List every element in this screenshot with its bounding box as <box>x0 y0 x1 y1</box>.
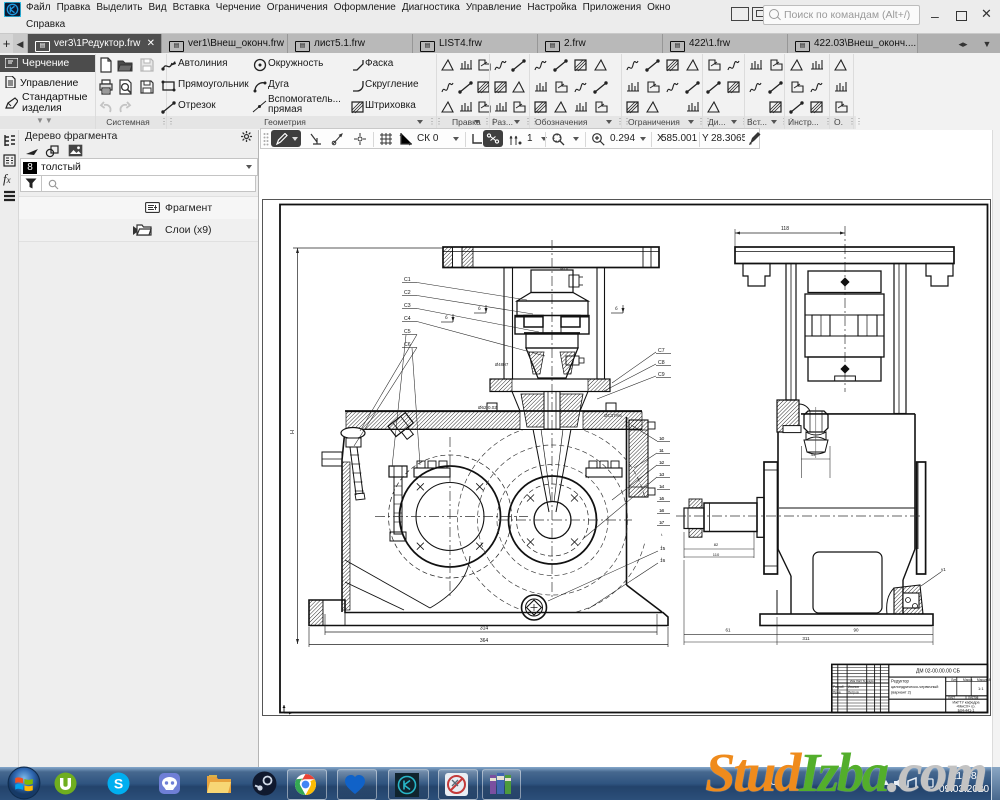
svg-text:Разраб.: Разраб. <box>833 685 845 689</box>
svg-text:б: б <box>445 315 448 320</box>
svg-text:t.: t. <box>661 472 663 477</box>
svg-text:M10: M10 <box>560 266 569 271</box>
svg-text:C4: C4 <box>404 316 411 322</box>
svg-text:б: б <box>478 306 481 311</box>
svg-text:Петров: Петров <box>848 690 859 694</box>
svg-text:t.: t. <box>661 556 663 561</box>
svg-text:Ø48H7: Ø48H7 <box>495 362 509 367</box>
svg-text:Лист: Лист <box>948 696 955 700</box>
svg-text:ØC37/s6: ØC37/s6 <box>604 413 622 418</box>
svg-text:90: 90 <box>853 628 859 633</box>
svg-text:H: H <box>290 430 296 434</box>
svg-text:t.: t. <box>661 544 663 549</box>
svg-text:C7: C7 <box>658 348 665 354</box>
svg-text:t.: t. <box>661 436 663 441</box>
svg-text:Б04-441-1: Б04-441-1 <box>958 709 975 713</box>
svg-text:t.: t. <box>661 496 663 501</box>
svg-text:(вариант 2): (вариант 2) <box>891 691 912 695</box>
svg-text:б: б <box>615 306 618 311</box>
svg-text:C5: C5 <box>404 329 411 335</box>
svg-text:C8: C8 <box>658 360 665 366</box>
svg-text:t.: t. <box>661 532 663 537</box>
svg-text:Масштаб: Масштаб <box>977 678 991 682</box>
svg-text:C3: C3 <box>404 303 411 309</box>
svg-text:Пров.: Пров. <box>833 690 842 694</box>
svg-text:110: 110 <box>713 552 720 557</box>
svg-text:1:1: 1:1 <box>978 686 984 691</box>
svg-text:Иванов: Иванов <box>848 685 859 689</box>
svg-text:118: 118 <box>781 226 789 232</box>
svg-text:61: 61 <box>725 628 731 633</box>
svg-text:Масса: Масса <box>963 678 973 682</box>
svg-text:t.: t. <box>661 448 663 453</box>
svg-text:t.: t. <box>661 460 663 465</box>
svg-text:t.: t. <box>661 520 663 525</box>
svg-text:цилиндрическо-червячный: цилиндрическо-червячный <box>891 685 938 689</box>
svg-text:t.: t. <box>661 484 663 489</box>
svg-text:S: S <box>114 776 123 792</box>
svg-text:45: 45 <box>811 452 816 457</box>
svg-text:Ø62-0.02: Ø62-0.02 <box>478 405 497 410</box>
svg-text:Редуктор: Редуктор <box>891 679 909 684</box>
svg-text:y1: y1 <box>941 567 946 572</box>
svg-text:t.: t. <box>661 508 663 513</box>
svg-text:C1: C1 <box>404 277 411 283</box>
svg-text:Изм Лист N докум.: Изм Лист N докум. <box>850 679 874 683</box>
svg-text:82: 82 <box>714 542 719 547</box>
svg-text:ДМ 02-00.00.00 СБ: ДМ 02-00.00.00 СБ <box>916 669 961 675</box>
svg-text:C9: C9 <box>658 372 665 378</box>
svg-text:Листов: Листов <box>968 696 979 700</box>
svg-text:C2: C2 <box>404 290 411 296</box>
svg-text:311: 311 <box>802 636 810 641</box>
svg-text:Лит.: Лит. <box>951 678 957 682</box>
svg-text:364: 364 <box>480 638 489 644</box>
svg-text:314: 314 <box>480 626 489 632</box>
